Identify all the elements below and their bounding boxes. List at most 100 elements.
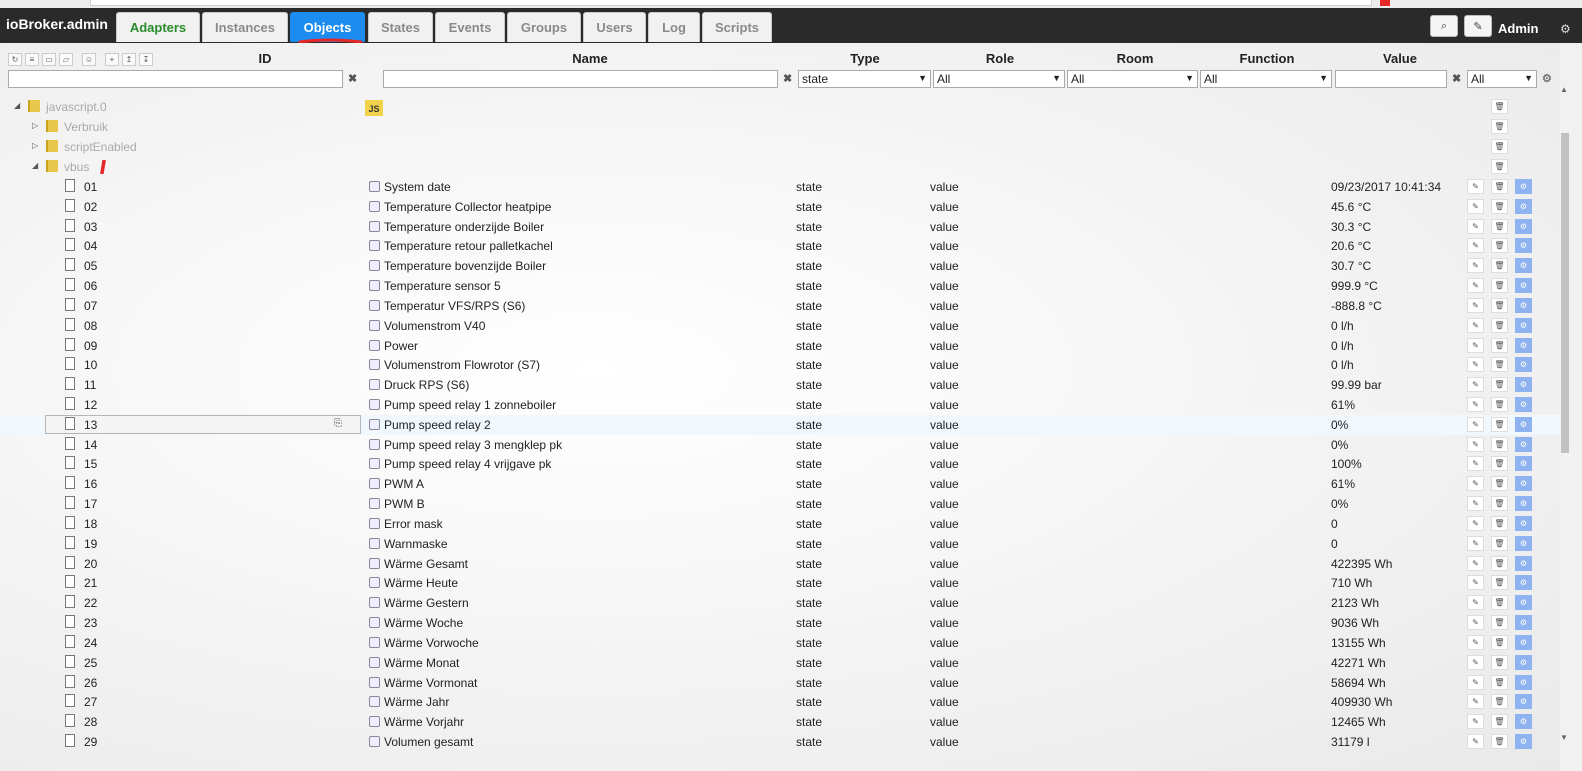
row-role[interactable]: value (930, 715, 959, 729)
type-filter-select[interactable]: state (798, 70, 931, 88)
tree-row-javascript[interactable]: ◢ javascript.0 🗑 (0, 97, 1560, 117)
table-row[interactable]: 24 Wärme Vorwoche state value 13155 Wh ✎ 🗑 ⚙ (0, 633, 1560, 653)
search-icon[interactable]: ⌕ (1430, 15, 1458, 37)
row-name[interactable]: Temperatur VFS/RPS (S6) (384, 299, 525, 313)
col-room[interactable]: Room (1095, 51, 1175, 66)
edit-icon[interactable]: ✎ (1467, 337, 1484, 353)
row-value[interactable]: 31179 l (1331, 735, 1369, 749)
id-filter-input[interactable] (8, 70, 343, 88)
table-row[interactable]: 09 Power state value 0 l/h ✎ 🗑 ⚙ (0, 336, 1560, 356)
row-role[interactable]: value (930, 358, 959, 372)
function-filter-select[interactable]: All (1200, 70, 1332, 88)
row-value[interactable]: 61% (1331, 398, 1355, 412)
row-value[interactable]: 422395 Wh (1331, 557, 1392, 571)
row-role[interactable]: value (930, 299, 959, 313)
scroll-down-icon[interactable]: ▼ (1560, 733, 1568, 742)
edit-icon[interactable]: ✎ (1467, 535, 1484, 551)
download-icon[interactable]: ↧ (139, 53, 153, 66)
table-row[interactable]: 25 Wärme Monat state value 42271 Wh ✎ 🗑 ⚙ (0, 653, 1560, 673)
row-value[interactable]: 0 l/h (1331, 339, 1354, 353)
table-row[interactable]: 11 Druck RPS (S6) state value 99.99 bar ✎ 🗑 ⚙ (0, 375, 1560, 395)
row-name[interactable]: Wärme Vorwoche (384, 636, 479, 650)
clear-id-filter-icon[interactable]: ✖ (348, 72, 357, 85)
row-value[interactable]: 0 l/h (1331, 319, 1354, 333)
row-value[interactable]: 58694 Wh (1331, 676, 1386, 690)
row-role[interactable]: value (930, 596, 959, 610)
delete-icon[interactable]: 🗑 (1491, 674, 1508, 690)
row-name[interactable]: Volumen gesamt (384, 735, 473, 749)
row-name[interactable]: System date (384, 180, 451, 194)
row-role[interactable]: value (930, 735, 959, 749)
row-role[interactable]: value (930, 398, 959, 412)
row-name[interactable]: Pump speed relay 3 mengklep pk (384, 438, 562, 452)
edit-icon[interactable]: ✎ (1467, 615, 1484, 631)
row-name[interactable]: Error mask (384, 517, 443, 531)
table-row[interactable]: 28 Wärme Vorjahr state value 12465 Wh ✎ 🗑 ⚙ (0, 712, 1560, 732)
delete-icon[interactable]: 🗑 (1491, 416, 1508, 432)
row-value[interactable]: 09/23/2017 10:41:34 (1331, 180, 1441, 194)
edit-icon[interactable]: ✎ (1467, 694, 1484, 710)
edit-icon[interactable]: ✎ (1467, 377, 1484, 393)
table-row[interactable]: 18 Error mask state value 0 ✎ 🗑 ⚙ (0, 514, 1560, 534)
row-name[interactable]: Wärme Heute (384, 576, 458, 590)
row-role[interactable]: value (930, 438, 959, 452)
delete-icon[interactable]: 🗑 (1491, 159, 1508, 174)
table-row[interactable]: 20 Wärme Gesamt state value 422395 Wh ✎ 🗑 ⚙ (0, 554, 1560, 574)
row-value[interactable]: 12465 Wh (1331, 715, 1386, 729)
row-name[interactable]: Temperature Collector heatpipe (384, 200, 551, 214)
row-value[interactable]: 100% (1331, 457, 1362, 471)
edit-icon[interactable]: ✎ (1467, 357, 1484, 373)
edit-icon[interactable]: ✎ (1467, 654, 1484, 670)
gear-icon[interactable]: ⚙ (1560, 22, 1571, 36)
row-role[interactable]: value (930, 239, 959, 253)
row-role[interactable]: value (930, 457, 959, 471)
tab-scripts[interactable]: Scripts (702, 12, 772, 42)
user-icon[interactable]: ☺ (82, 53, 96, 66)
copy-icon[interactable]: ⎘ (334, 418, 342, 429)
row-name[interactable]: Volumenstrom Flowrotor (S7) (384, 358, 540, 372)
collapse-icon[interactable]: ◢ (14, 101, 20, 110)
row-role[interactable]: value (930, 378, 959, 392)
table-row[interactable]: ⎘ 13 Pump speed relay 2 state value 0% ✎ 🗑 ⚙ (0, 414, 1560, 435)
delete-icon[interactable]: 🗑 (1491, 595, 1508, 611)
settings-icon[interactable]: ⚙ (1515, 634, 1532, 650)
row-role[interactable]: value (930, 576, 959, 590)
table-row[interactable]: 14 Pump speed relay 3 mengklep pk state val… (0, 435, 1560, 455)
table-row[interactable]: 02 Temperature Collector heatpipe state val… (0, 197, 1560, 217)
delete-icon[interactable]: 🗑 (1491, 258, 1508, 274)
row-role[interactable]: value (930, 656, 959, 670)
row-role[interactable]: value (930, 259, 959, 273)
expand-icon[interactable]: ▷ (32, 121, 38, 130)
delete-icon[interactable]: 🗑 (1491, 317, 1508, 333)
settings-icon[interactable]: ⚙ (1515, 357, 1532, 373)
row-value[interactable]: 0 (1331, 517, 1338, 531)
row-role[interactable]: value (930, 339, 959, 353)
edit-icon[interactable]: ✎ (1467, 575, 1484, 591)
settings-icon[interactable]: ⚙ (1515, 436, 1532, 452)
row-value[interactable]: 0 (1331, 537, 1338, 551)
edit-icon[interactable]: ✎ (1467, 218, 1484, 234)
settings-icon[interactable]: ⚙ (1515, 733, 1532, 749)
delete-icon[interactable]: 🗑 (1491, 634, 1508, 650)
row-name[interactable]: Temperature onderzijde Boiler (384, 220, 544, 234)
edit-icon[interactable]: ✎ (1467, 278, 1484, 294)
edit-icon[interactable]: ✎ (1467, 476, 1484, 492)
settings-icon[interactable]: ⚙ (1515, 654, 1532, 670)
delete-icon[interactable]: 🗑 (1491, 119, 1508, 134)
edit-icon[interactable]: ✎ (1467, 258, 1484, 274)
settings-icon[interactable]: ⚙ (1515, 238, 1532, 254)
row-role[interactable]: value (930, 220, 959, 234)
add-icon[interactable]: + (105, 53, 119, 66)
delete-icon[interactable]: 🗑 (1491, 218, 1508, 234)
row-name[interactable]: PWM B (384, 497, 425, 511)
delete-icon[interactable]: 🗑 (1491, 535, 1508, 551)
address-bar[interactable] (90, 0, 1372, 6)
scroll-up-icon[interactable]: ▲ (1560, 85, 1568, 94)
delete-icon[interactable]: 🗑 (1491, 476, 1508, 492)
delete-icon[interactable]: 🗑 (1491, 654, 1508, 670)
row-value[interactable]: 61% (1331, 477, 1355, 491)
table-row[interactable]: 01 System date state value 09/23/2017 10:41:… (0, 177, 1560, 197)
settings-icon[interactable]: ⚙ (1515, 515, 1532, 531)
delete-icon[interactable]: 🗑 (1491, 615, 1508, 631)
table-row[interactable]: 26 Wärme Vormonat state value 58694 Wh ✎ 🗑 ⚙ (0, 673, 1560, 693)
